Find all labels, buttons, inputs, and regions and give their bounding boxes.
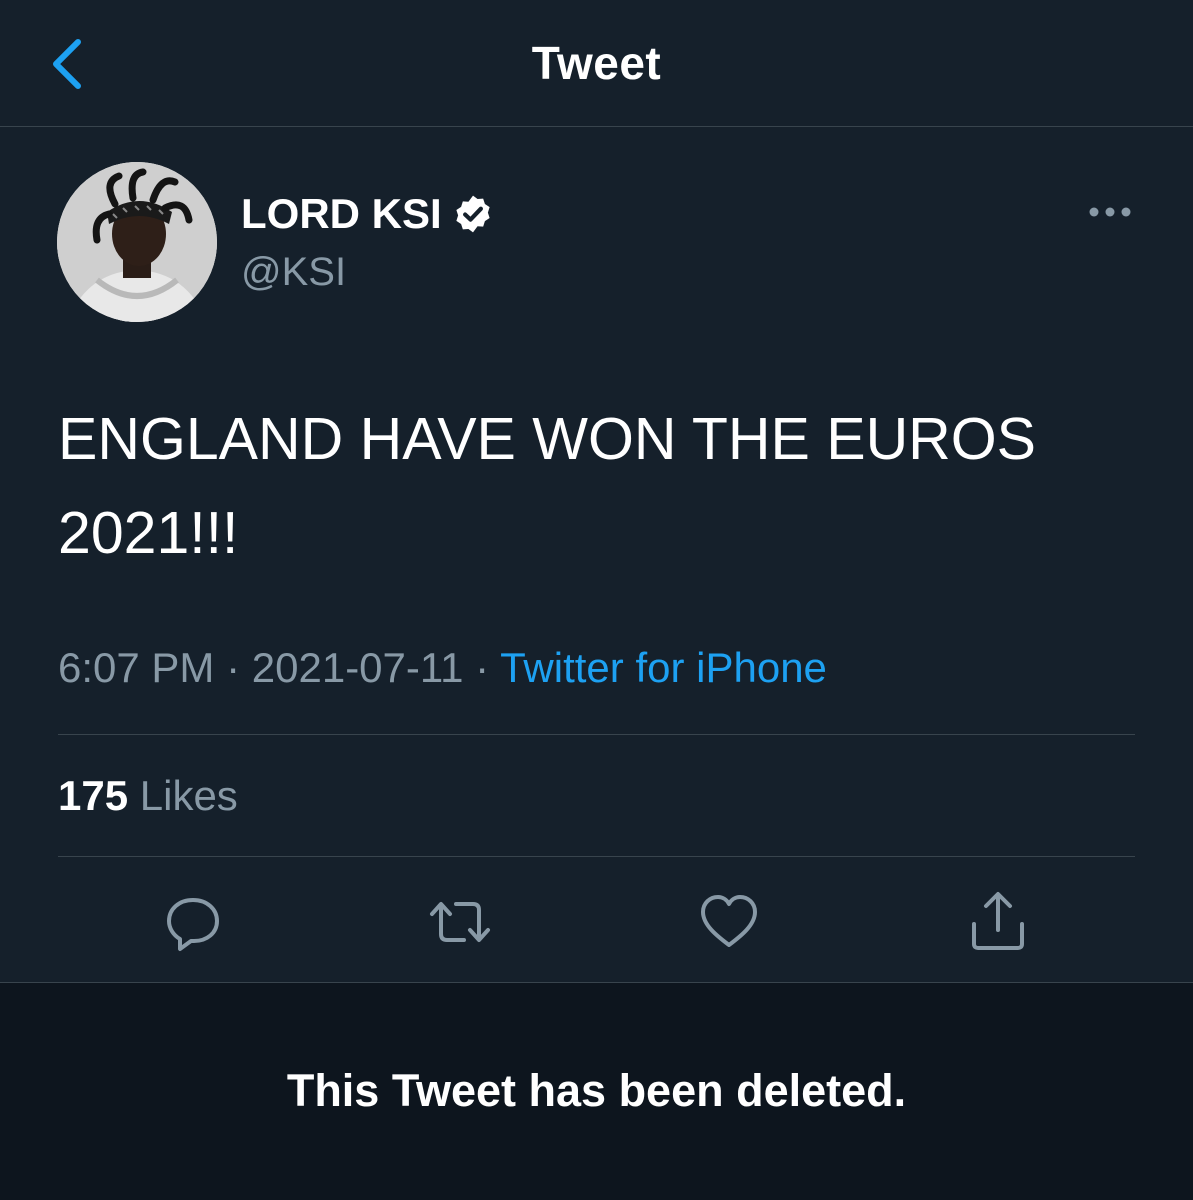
like-button[interactable] <box>697 890 761 954</box>
avatar[interactable] <box>57 162 217 322</box>
share-icon <box>972 892 1024 950</box>
tweet-text: ENGLAND HAVE WON THE EUROS 2021!!! <box>58 406 1037 566</box>
deleted-notice-banner: This Tweet has been deleted. <box>0 982 1193 1200</box>
meta-separator: · <box>475 644 490 691</box>
reply-icon <box>167 898 219 951</box>
meta-separator: · <box>226 644 241 691</box>
likes-count: 175 <box>58 772 129 819</box>
verified-badge-icon <box>452 193 494 235</box>
reply-button[interactable] <box>161 890 225 954</box>
user-handle[interactable]: @KSI <box>241 250 346 295</box>
likes-stat[interactable]: 175 Likes <box>58 772 238 820</box>
tweet-source-link[interactable]: Twitter for iPhone <box>500 644 827 691</box>
likes-label: Likes <box>139 772 238 819</box>
divider <box>58 734 1135 735</box>
top-navigation-bar: Tweet <box>0 0 1193 127</box>
tweet-time: 6:07 PM <box>58 644 215 691</box>
deleted-notice-text: This Tweet has been deleted. <box>286 1065 907 1116</box>
display-name-text: LORD KSI <box>241 190 442 237</box>
page-title: Tweet <box>531 37 662 89</box>
retweet-button[interactable] <box>428 890 492 954</box>
divider <box>58 856 1135 857</box>
display-name[interactable]: LORD KSI <box>241 190 494 238</box>
more-horizontal-icon <box>1089 207 1131 217</box>
profile-photo <box>57 162 217 322</box>
heart-icon <box>701 895 757 947</box>
retweet-icon <box>430 902 490 942</box>
tweet-metadata: 6:07 PM · 2021-07-11 · Twitter for iPhon… <box>58 644 827 692</box>
tweet-date: 2021-07-11 <box>251 644 464 691</box>
share-button[interactable] <box>966 890 1030 954</box>
more-options-button[interactable] <box>1086 198 1134 226</box>
